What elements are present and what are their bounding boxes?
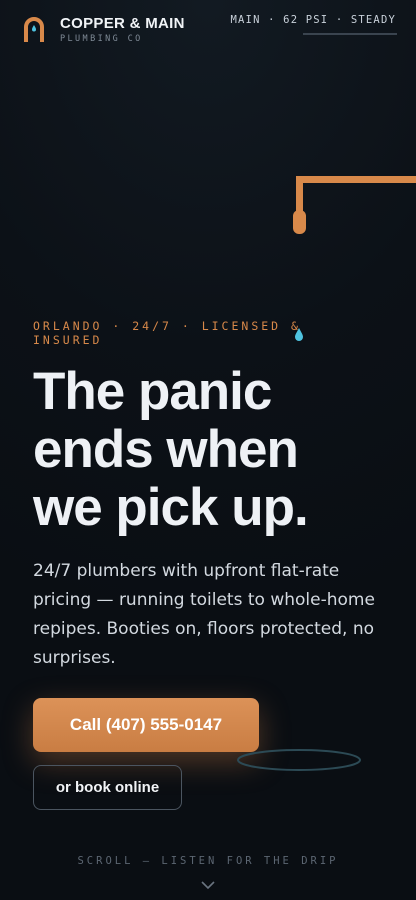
copper-arch-drop-icon[interactable] [23, 16, 45, 42]
water-ripple-decoration [237, 749, 361, 771]
site-header: COPPER & MAIN PLUMBING CO MAIN · 62 PSI … [0, 0, 416, 60]
call-button[interactable]: Call (407) 555-0147 [33, 698, 259, 752]
hero-headline: The panic ends when we pick up. [33, 363, 393, 537]
chevron-down-icon[interactable] [200, 880, 216, 890]
copper-pipe-illustration [293, 176, 416, 234]
headline-line: ends when [33, 420, 299, 479]
brand-name[interactable]: COPPER & MAIN [60, 15, 185, 32]
hero-eyebrow: ORLANDO · 24/7 · LICENSED & INSURED [33, 319, 301, 347]
headline-line: we pick up. [33, 478, 309, 537]
book-online-button[interactable]: or book online [33, 765, 182, 810]
pressure-status: MAIN · 62 PSI · STEADY [230, 14, 396, 26]
pressure-status-bar [303, 33, 397, 35]
scroll-hint: SCROLL — LISTEN FOR THE DRIP [77, 855, 339, 867]
headline-line: The panic [33, 362, 272, 421]
brand-tagline: PLUMBING CO [60, 34, 143, 44]
hero-subcopy: 24/7 plumbers with upfront flat-rate pri… [33, 561, 375, 668]
